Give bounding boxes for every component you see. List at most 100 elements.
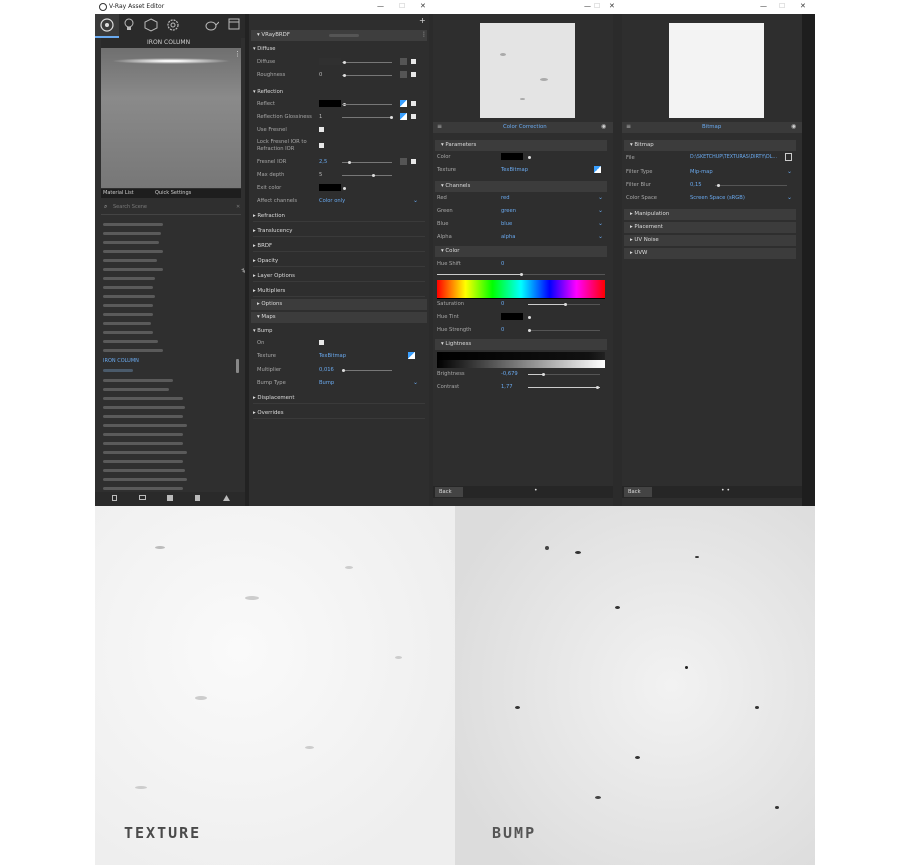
use-fresnel-checkbox[interactable]	[319, 127, 324, 132]
bitmap-menu-icon[interactable]: ≡	[626, 123, 631, 130]
reflect-texture-button[interactable]	[400, 100, 407, 107]
list-item[interactable]	[103, 478, 187, 481]
max-depth-slider-knob[interactable]	[372, 174, 375, 177]
hue-shift-knob[interactable]	[520, 273, 523, 276]
delete-icon[interactable]	[195, 495, 200, 501]
brightness-knob[interactable]	[542, 373, 545, 376]
list-item[interactable]	[103, 313, 153, 316]
list-item[interactable]	[103, 286, 153, 289]
manipulation-section[interactable]: ▸ Manipulation	[624, 209, 796, 220]
hue-shift-value[interactable]: 0	[501, 261, 504, 267]
uvw-section[interactable]: ▸ UVW	[624, 248, 796, 259]
refraction-section[interactable]: ▸ Refraction	[253, 210, 425, 222]
multipliers-section[interactable]: ▸ Multipliers	[253, 285, 425, 297]
layer-options-section[interactable]: ▸ Layer Options	[253, 270, 425, 282]
list-item[interactable]	[103, 304, 153, 307]
reflect-color-swatch[interactable]	[319, 100, 341, 107]
cc-eye-icon[interactable]: ◉	[601, 123, 606, 130]
list-item[interactable]	[103, 232, 161, 235]
cc-alpha-chevron-icon[interactable]: ⌄	[598, 233, 603, 240]
list-item[interactable]	[103, 406, 185, 409]
fresnel-ior-texture-button[interactable]	[400, 158, 407, 165]
cc-close-button[interactable]: ✕	[609, 2, 615, 10]
clean-icon[interactable]	[223, 495, 230, 501]
frame-buffer-tab[interactable]	[227, 17, 241, 33]
cc-minimize-button[interactable]: —	[584, 2, 591, 10]
fresnel-ior-value[interactable]: 2,5	[319, 159, 327, 165]
list-item[interactable]	[103, 250, 163, 253]
diffuse-section[interactable]: ▾ Diffuse	[253, 44, 275, 55]
cc-parameters-header[interactable]: ▾ Parameters	[435, 140, 607, 151]
diffuse-slider-knob[interactable]	[343, 61, 346, 64]
uv-noise-section[interactable]: ▸ UV Noise	[624, 235, 796, 246]
render-tab[interactable]	[203, 17, 220, 35]
bitmap-maximize-button[interactable]: ☐	[779, 2, 785, 10]
filter-blur-value[interactable]: 0,15	[690, 182, 702, 188]
bump-multiplier-value[interactable]: 0,016	[319, 367, 334, 373]
list-item[interactable]	[103, 433, 183, 436]
cc-color-header[interactable]: ▾ Color	[435, 246, 607, 257]
bitmap-section-header[interactable]: ▾ Bitmap	[624, 140, 796, 151]
brightness-value[interactable]: -0,679	[501, 371, 518, 377]
tab-material-list[interactable]: Material List	[103, 190, 134, 196]
splitter-arrow-icon[interactable]: ◂	[242, 268, 245, 275]
list-item[interactable]	[103, 223, 163, 226]
exit-color-swatch[interactable]	[319, 184, 341, 191]
fresnel-ior-checkbox[interactable]	[411, 159, 416, 164]
list-item[interactable]	[103, 241, 159, 244]
list-item[interactable]	[103, 379, 173, 382]
list-scrollbar[interactable]	[236, 359, 239, 373]
cc-green-dropdown[interactable]: green	[501, 208, 516, 214]
refl-gloss-slider[interactable]	[342, 117, 392, 118]
bump-on-checkbox[interactable]	[319, 340, 324, 345]
list-item[interactable]	[103, 369, 133, 372]
cc-color-swatch[interactable]	[501, 153, 523, 160]
filter-type-dropdown[interactable]: Mip-map	[690, 169, 713, 175]
bitmap-close-button[interactable]: ✕	[800, 2, 806, 10]
list-item[interactable]	[103, 277, 155, 280]
add-layer-button[interactable]: +	[419, 16, 426, 25]
fresnel-ior-slider-knob[interactable]	[348, 161, 351, 164]
preview-menu-icon[interactable]: ⋮	[234, 50, 241, 58]
list-item[interactable]	[103, 460, 183, 463]
list-item[interactable]	[103, 331, 153, 334]
exit-color-knob[interactable]	[343, 187, 346, 190]
bitmap-back-button[interactable]: Back	[624, 487, 652, 497]
list-item[interactable]	[103, 442, 183, 445]
reflect-checkbox[interactable]	[411, 101, 416, 106]
cc-red-dropdown[interactable]: red	[501, 195, 510, 201]
list-item[interactable]	[103, 268, 163, 271]
materials-tab[interactable]	[95, 14, 119, 38]
settings-tab[interactable]	[165, 17, 181, 35]
bump-section[interactable]: ▾ Bump	[253, 326, 272, 337]
maximize-button[interactable]: ☐	[399, 2, 405, 10]
refl-gloss-checkbox[interactable]	[411, 114, 416, 119]
bump-type-dropdown[interactable]: Bump	[319, 380, 334, 386]
color-space-chevron-icon[interactable]: ⌄	[787, 194, 792, 201]
roughness-checkbox[interactable]	[411, 72, 416, 77]
file-browse-icon[interactable]	[785, 153, 792, 161]
options-header[interactable]: ▸ Options	[251, 299, 427, 310]
translucency-section[interactable]: ▸ Translucency	[253, 225, 425, 237]
roughness-value[interactable]: 0	[319, 72, 322, 78]
max-depth-value[interactable]: 5	[319, 172, 322, 178]
list-item[interactable]	[103, 388, 169, 391]
reflection-section[interactable]: ▾ Reflection	[253, 87, 283, 98]
lights-tab[interactable]	[121, 17, 137, 35]
cc-lightness-header[interactable]: ▾ Lightness	[435, 339, 607, 350]
save-icon[interactable]	[167, 495, 173, 501]
filter-blur-knob[interactable]	[717, 184, 720, 187]
cc-texture-value[interactable]: TexBitmap	[501, 167, 528, 173]
filter-blur-track[interactable]	[715, 185, 787, 186]
search-clear-icon[interactable]: ✕	[236, 204, 240, 210]
tab-quick-settings[interactable]: Quick Settings	[155, 190, 191, 196]
cc-texture-button[interactable]	[594, 166, 601, 173]
bitmap-eye-icon[interactable]: ◉	[791, 123, 796, 130]
list-item[interactable]	[103, 469, 185, 472]
bitmap-minimize-button[interactable]: —	[760, 2, 767, 10]
list-item[interactable]	[103, 451, 187, 454]
open-icon[interactable]	[139, 495, 146, 500]
roughness-slider-knob[interactable]	[343, 74, 346, 77]
saturation-value[interactable]: 0	[501, 301, 504, 307]
cc-blue-chevron-icon[interactable]: ⌄	[598, 220, 603, 227]
